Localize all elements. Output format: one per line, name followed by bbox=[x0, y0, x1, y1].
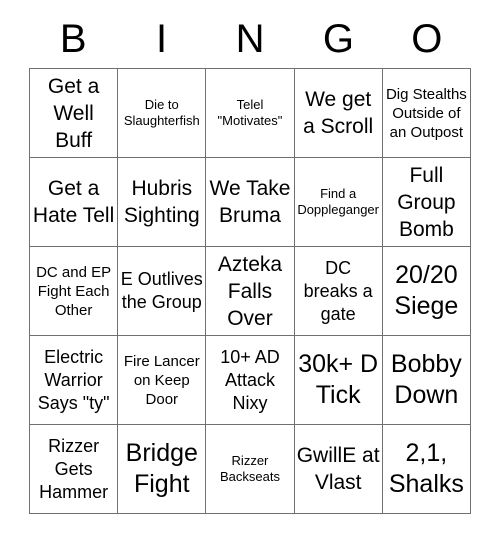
bingo-row: Get a Well Buff Die to Slaughterfish Tel… bbox=[28, 68, 472, 158]
bingo-row: DC and EP Fight Each Other E Outlives th… bbox=[28, 246, 472, 336]
bingo-cell-n4[interactable]: 10+ AD Attack Nixy bbox=[205, 335, 295, 425]
bingo-cell-label: Bobby Down bbox=[390, 350, 462, 409]
bingo-cell-b2[interactable]: Get a Hate Tell bbox=[28, 157, 119, 247]
bingo-cell-label: Find a Doppleganger bbox=[297, 186, 379, 217]
bingo-cell-label: Rizzer Gets Hammer bbox=[39, 435, 109, 502]
bingo-cell-n2[interactable]: We Take Bruma bbox=[205, 157, 295, 247]
bingo-cell-o4[interactable]: Bobby Down bbox=[381, 335, 472, 425]
bingo-cell-label: Rizzer Backseats bbox=[219, 453, 280, 484]
bingo-cell-i4[interactable]: Fire Lancer on Keep Door bbox=[117, 335, 207, 425]
bingo-header-letter-g: G bbox=[322, 17, 354, 61]
bingo-cell-label: Electric Warrior Says "ty" bbox=[37, 346, 110, 413]
bingo-cell-g4[interactable]: 30k+ D Tick bbox=[293, 335, 383, 425]
bingo-cell-label: Dig Stealths Outside of an Outpost bbox=[385, 85, 467, 141]
bingo-cell-label: Hubris Sighting bbox=[123, 177, 200, 227]
bingo-cell-label: Get a Hate Tell bbox=[32, 177, 115, 227]
bingo-cell-label: We Take Bruma bbox=[209, 177, 291, 227]
bingo-cell-label: DC breaks a gate bbox=[303, 257, 373, 324]
bingo-cell-label: Telel "Motivates" bbox=[217, 97, 283, 128]
bingo-cell-b5[interactable]: Rizzer Gets Hammer bbox=[28, 424, 119, 514]
bingo-cell-i5[interactable]: Bridge Fight bbox=[117, 424, 207, 514]
bingo-cell-o5[interactable]: 2,1, Shalks bbox=[381, 424, 472, 514]
bingo-card: B I N G O Get a Well Buff Die to Slaught… bbox=[0, 0, 500, 544]
bingo-row: Rizzer Gets Hammer Bridge Fight Rizzer B… bbox=[28, 424, 472, 514]
bingo-cell-g3[interactable]: DC breaks a gate bbox=[293, 246, 383, 336]
bingo-cell-label: DC and EP Fight Each Other bbox=[36, 263, 112, 319]
bingo-cell-label: 20/20 Siege bbox=[394, 261, 459, 320]
bingo-cell-n5[interactable]: Rizzer Backseats bbox=[205, 424, 295, 514]
bingo-cell-b4[interactable]: Electric Warrior Says "ty" bbox=[28, 335, 119, 425]
bingo-cell-label: GwillE at Vlast bbox=[296, 444, 380, 494]
bingo-cell-label: E Outlives the Group bbox=[120, 269, 203, 312]
bingo-cell-o1[interactable]: Dig Stealths Outside of an Outpost bbox=[381, 68, 472, 158]
bingo-cell-label: 30k+ D Tick bbox=[298, 350, 379, 409]
bingo-cell-i1[interactable]: Die to Slaughterfish bbox=[117, 68, 207, 158]
bingo-cell-i3[interactable]: E Outlives the Group bbox=[117, 246, 207, 336]
bingo-cell-label: Die to Slaughterfish bbox=[123, 97, 200, 128]
bingo-cell-n1[interactable]: Telel "Motivates" bbox=[205, 68, 295, 158]
bingo-row: Electric Warrior Says "ty" Fire Lancer o… bbox=[28, 335, 472, 425]
bingo-cell-n3[interactable]: Azteka Falls Over bbox=[205, 246, 295, 336]
bingo-cell-g1[interactable]: We get a Scroll bbox=[293, 68, 383, 158]
bingo-cell-g5[interactable]: GwillE at Vlast bbox=[293, 424, 383, 514]
bingo-header-letter-i: I bbox=[156, 17, 168, 61]
bingo-cell-g2[interactable]: Find a Doppleganger bbox=[293, 157, 383, 247]
bingo-header-letter-n: N bbox=[235, 17, 265, 61]
bingo-cell-label: Get a Well Buff bbox=[47, 74, 100, 152]
bingo-cell-label: Bridge Fight bbox=[125, 439, 198, 498]
bingo-cell-o2[interactable]: Full Group Bomb bbox=[381, 157, 472, 247]
bingo-cell-i2[interactable]: Hubris Sighting bbox=[117, 157, 207, 247]
bingo-cell-label: Fire Lancer on Keep Door bbox=[123, 352, 200, 408]
bingo-header-letter-b: B bbox=[59, 17, 87, 61]
bingo-cell-label: We get a Scroll bbox=[303, 88, 374, 138]
bingo-cell-label: 10+ AD Attack Nixy bbox=[220, 346, 280, 413]
bingo-cell-label: 2,1, Shalks bbox=[388, 439, 464, 498]
bingo-cell-b1[interactable]: Get a Well Buff bbox=[28, 68, 119, 158]
bingo-cell-label: Azteka Falls Over bbox=[217, 252, 283, 330]
bingo-header-letter-o: O bbox=[411, 17, 443, 61]
bingo-cell-o3[interactable]: 20/20 Siege bbox=[381, 246, 472, 336]
bingo-cell-label: Full Group Bomb bbox=[397, 163, 456, 241]
bingo-row: Get a Hate Tell Hubris Sighting We Take … bbox=[28, 157, 472, 247]
bingo-header: B I N G O bbox=[29, 0, 471, 62]
bingo-cell-b3[interactable]: DC and EP Fight Each Other bbox=[28, 246, 119, 336]
bingo-grid: Get a Well Buff Die to Slaughterfish Tel… bbox=[28, 68, 472, 514]
